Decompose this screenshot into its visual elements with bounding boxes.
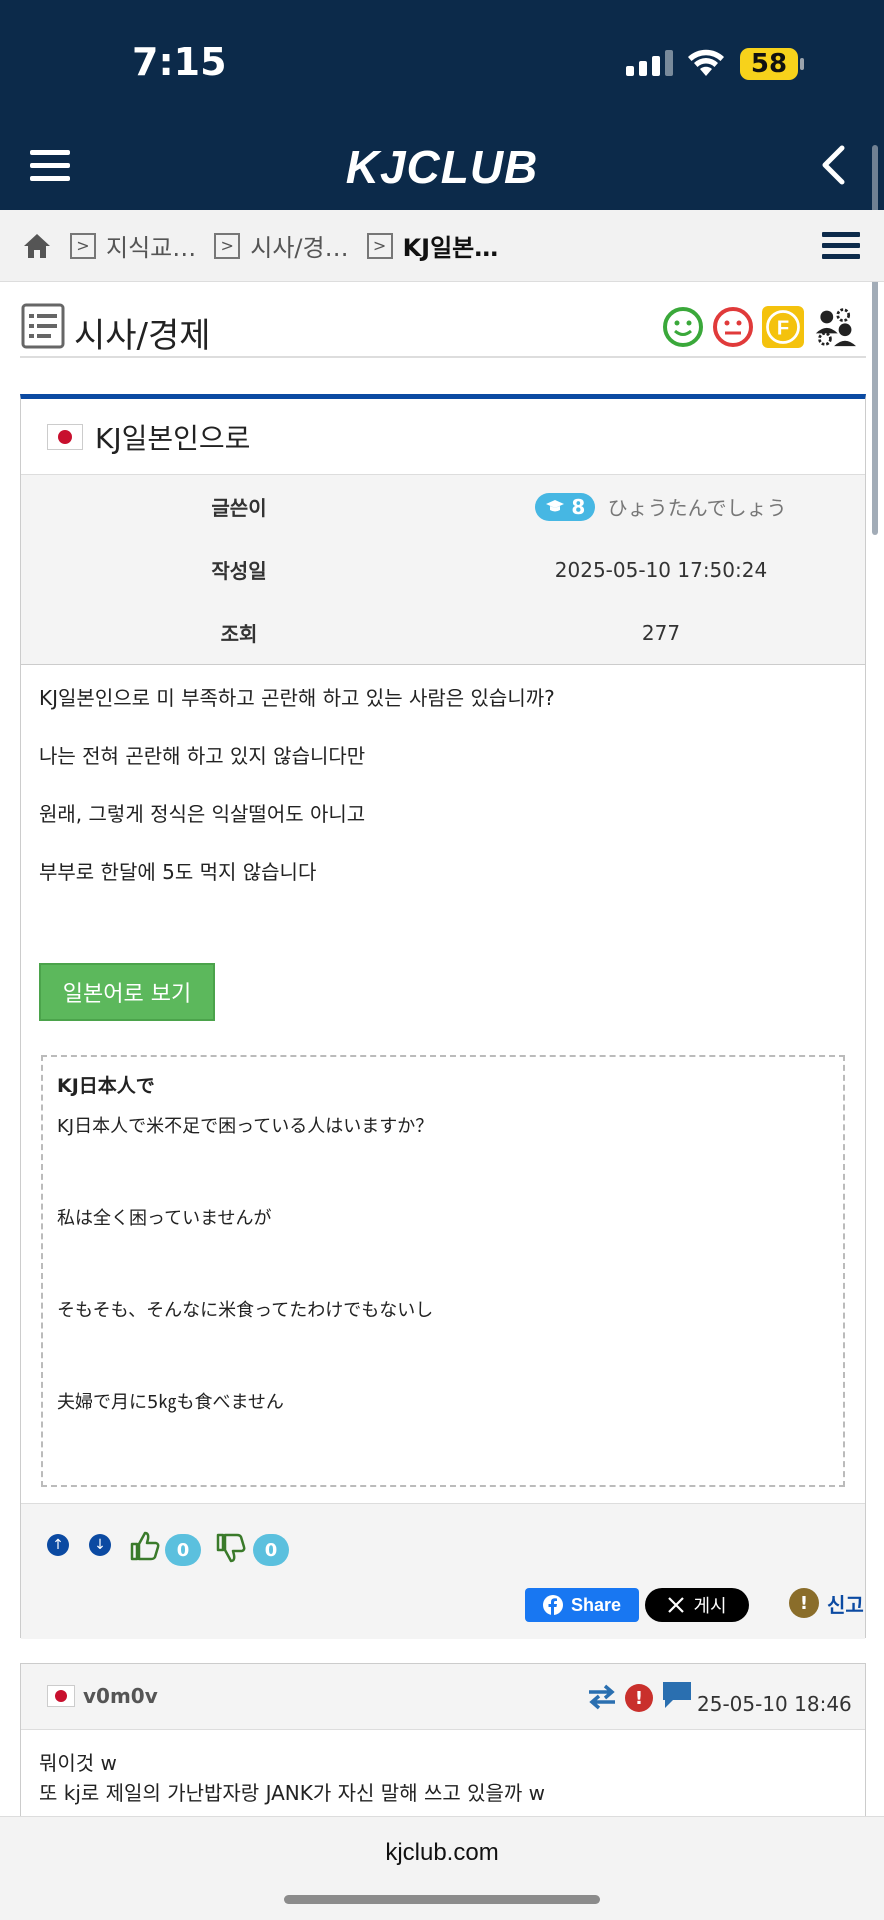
favorite-f-icon[interactable]: F (762, 306, 804, 348)
post-body-line: 부부로 한달에 5도 먹지 않습니다 (39, 860, 317, 884)
post-body-line: KJ일본인으로 미 부족하고 곤란해 하고 있는 사람은 있습니까? (39, 686, 555, 710)
x-post-button[interactable]: 게시 (645, 1588, 749, 1622)
smile-emoticon-icon[interactable] (662, 306, 704, 348)
post-actions-bar: ↑ ↓ 0 0 Share 게시 ! 신고 (21, 1503, 865, 1639)
report-button[interactable]: ! 신고 (789, 1588, 864, 1618)
graduation-cap-icon (546, 500, 565, 512)
author-label: 글쓴이 (211, 496, 267, 520)
breadcrumb-item-knowledge[interactable]: 지식교… (106, 228, 196, 263)
list-menu-icon[interactable] (822, 232, 860, 262)
post-body-line: 원래, 그렇게 정식은 익살떨어도 아니고 (39, 802, 366, 826)
japanese-line: そもそも、そんなに米食ってたわけでもないし (57, 1300, 434, 1321)
post-container: KJ일본인으로 글쓴이 8 ひょうたんでしょう 작성일 2025-05-10 1… (20, 394, 866, 1639)
comment-header: v0m0v ! 25-05-10 18:46 (21, 1664, 865, 1730)
date-label: 작성일 (211, 559, 267, 583)
japan-flag-icon (47, 1685, 75, 1707)
scrollbar[interactable] (872, 145, 878, 535)
post-body-line: 나는 전혀 곤란해 하고 있지 않습니다만 (39, 744, 366, 768)
comment-author-block: v0m0v (47, 1684, 158, 1708)
chevron-right-icon: > (366, 232, 393, 259)
home-icon[interactable] (22, 232, 52, 260)
battery-icon: 58 (740, 48, 798, 80)
reply-comment-icon[interactable] (661, 1680, 693, 1710)
breadcrumb-item-current-affairs[interactable]: 시사/경… (250, 228, 348, 263)
translate-icon[interactable] (587, 1684, 617, 1710)
author-level: 8 (571, 495, 586, 519)
board-list-icon (21, 303, 65, 349)
post-date: 2025-05-10 17:50:24 (554, 557, 768, 582)
x-post-label: 게시 (693, 1596, 727, 1617)
chevron-right-icon: > (214, 232, 241, 259)
view-count: 277 (641, 620, 681, 645)
japanese-line: KJ日本人で米不足で困っている人はいますか？ (57, 1116, 434, 1137)
like-count: 0 (165, 1534, 201, 1566)
japan-flag-icon (47, 423, 83, 450)
arrow-down-icon[interactable]: ↓ (89, 1534, 111, 1556)
comment-body: 뭐이것 w 또 kj로 제일의 가난밥자랑 JANK가 자신 말해 쓰고 있을까… (21, 1730, 865, 1826)
dislike-count: 0 (253, 1534, 289, 1566)
comment-line: 또 kj로 제일의 가난밥자랑 JANK가 자신 말해 쓰고 있을까 w (39, 1781, 546, 1805)
post-meta-table: 글쓴이 8 ひょうたんでしょう 작성일 2025-05-10 17:50:24 … (21, 475, 865, 665)
status-time: 7:15 (132, 40, 227, 84)
exclamation-icon: ! (789, 1588, 819, 1618)
comment-line: 뭐이것 w (39, 1751, 117, 1775)
url-text[interactable]: kjclub.com (0, 1839, 884, 1867)
meta-row-views: 조회 277 (21, 601, 865, 664)
page-title: 시사/경제 (74, 316, 211, 356)
app-header: 7:15 58 KJCLUB (0, 0, 884, 210)
post-title: KJ일본인으로 (95, 421, 251, 455)
thumbs-down-icon[interactable] (215, 1532, 247, 1564)
meta-row-date: 작성일 2025-05-10 17:50:24 (21, 538, 865, 601)
browser-address-bar[interactable]: kjclub.com (0, 1816, 884, 1920)
post-title-row: KJ일본인으로 (21, 399, 865, 475)
facebook-share-button[interactable]: Share (525, 1588, 639, 1622)
battery-cap (800, 58, 804, 70)
japanese-title: KJ日本人で (57, 1075, 155, 1097)
comment-author[interactable]: v0m0v (83, 1684, 158, 1708)
comment-timestamp: 25-05-10 18:46 (697, 1692, 852, 1716)
japanese-original-box: KJ日本人で KJ日本人で米不足で困っている人はいますか？ 私は全く困っていませ… (41, 1055, 845, 1487)
x-logo-icon (668, 1597, 685, 1613)
level-badge: 8 (535, 493, 596, 521)
wifi-icon (688, 49, 724, 76)
cellular-signal-icon (626, 50, 673, 76)
chevron-right-icon: > (70, 232, 96, 259)
board-heading: 시사/경제 F (20, 300, 866, 358)
author-cell: 8 ひょうたんでしょう (457, 492, 865, 521)
views-label: 조회 (220, 622, 258, 646)
post-body: KJ일본인으로 미 부족하고 곤란해 하고 있는 사람은 있습니까? 나는 전혀… (21, 665, 865, 1021)
breadcrumb-item-post[interactable]: KJ일본… (403, 228, 499, 263)
report-label: 신고 (827, 1592, 864, 1617)
meta-row-author: 글쓴이 8 ひょうたんでしょう (21, 475, 865, 538)
home-indicator[interactable] (284, 1895, 600, 1904)
view-in-japanese-button[interactable]: 일본어로 보기 (39, 963, 215, 1021)
arrow-up-icon[interactable]: ↑ (47, 1534, 69, 1556)
site-logo[interactable]: KJCLUB (0, 140, 884, 194)
japanese-line: 私は全く困っていませんが (57, 1208, 272, 1229)
svg-text:F: F (777, 317, 789, 339)
thumbs-up-icon[interactable] (129, 1530, 161, 1562)
user-settings-icon[interactable] (814, 306, 856, 348)
author-name[interactable]: ひょうたんでしょう (608, 496, 787, 520)
japanese-line: 夫婦で月に5㎏も食べません (57, 1392, 284, 1413)
neutral-emoticon-icon[interactable] (712, 306, 754, 348)
breadcrumb: > 지식교… > 시사/경… > KJ일본… (0, 210, 884, 282)
share-label: Share (570, 1594, 622, 1615)
back-chevron-icon[interactable] (818, 145, 848, 185)
facebook-icon (542, 1595, 563, 1615)
report-exclamation-icon[interactable]: ! (625, 1684, 653, 1712)
